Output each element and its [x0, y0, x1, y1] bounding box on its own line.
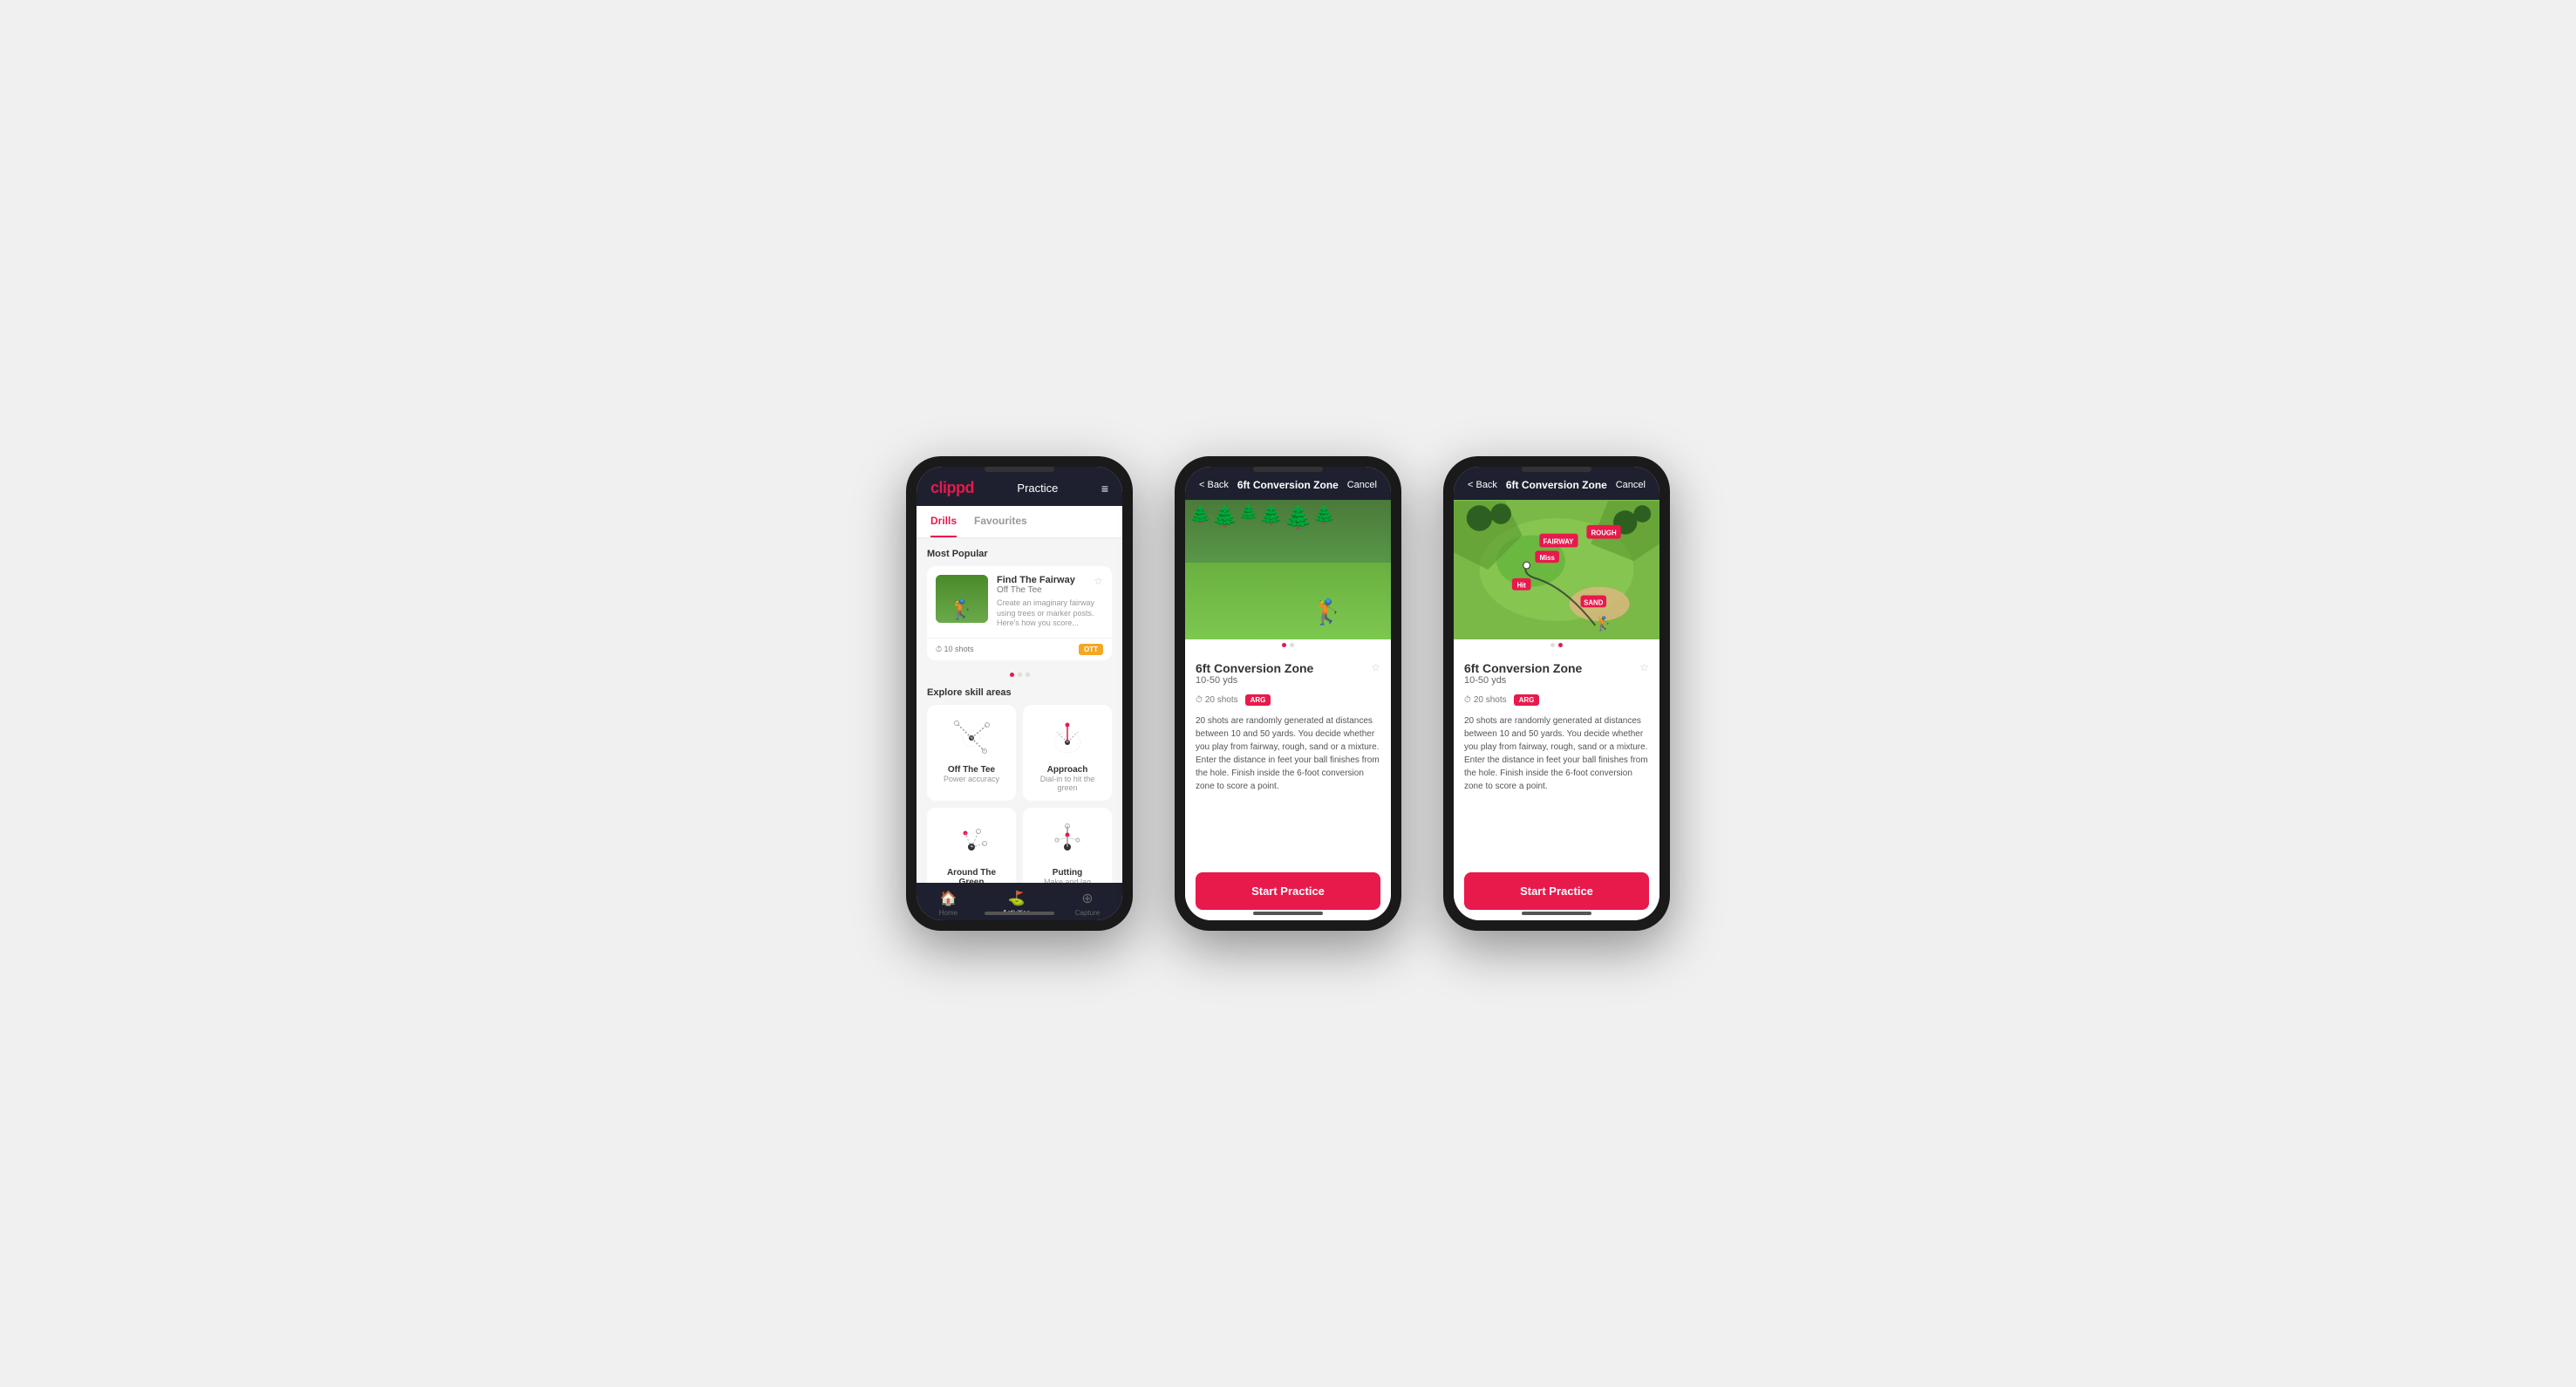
skill-grid: Off The Tee Power accuracy: [927, 705, 1112, 883]
start-practice-button-p3[interactable]: Start Practice: [1464, 872, 1649, 910]
off-tee-icon-area: [945, 714, 998, 762]
drill-description: 20 shots are randomly generated at dista…: [1196, 714, 1380, 793]
shots-label: ⏱ 10 shots: [936, 645, 974, 654]
drill-range: 10-50 yds: [1196, 675, 1313, 686]
start-practice-button[interactable]: Start Practice: [1196, 872, 1380, 910]
svg-text:Miss: Miss: [1539, 554, 1555, 562]
featured-footer: ⏱ 10 shots OTT: [927, 638, 1112, 660]
drill-photo: 🌲 🌲 🌲 🌲 🌲 🌲 🏌️: [1185, 500, 1391, 639]
header-title: Practice: [1017, 482, 1058, 495]
drill-description-p3: 20 shots are randomly generated at dista…: [1464, 714, 1649, 793]
dot-3[interactable]: [1026, 673, 1030, 677]
carousel-dots: [927, 669, 1112, 680]
clock-icon-p3: ⏱: [1464, 695, 1471, 705]
tab-drills[interactable]: Drills: [930, 506, 957, 537]
skill-name-ott: Off The Tee: [948, 765, 995, 775]
scene: clippd Practice ≡ Drills Favourites Most…: [871, 421, 1705, 966]
practice-content: Most Popular 🏌️ Find The Fairway: [917, 538, 1122, 883]
explore-label: Explore skill areas: [927, 687, 1112, 698]
phone-3: < Back 6ft Conversion Zone Cancel: [1443, 456, 1670, 931]
featured-drill-subtitle: Off The Tee: [997, 585, 1075, 595]
skill-sub-ott: Power accuracy: [944, 775, 999, 783]
featured-drill-card[interactable]: 🏌️ Find The Fairway Off The Tee ☆: [927, 566, 1112, 660]
clock-icon: ⏱: [1196, 695, 1203, 705]
phone3-detail-content: FAIRWAY ROUGH Miss Hit SAND: [1454, 500, 1659, 920]
most-popular-label: Most Popular: [927, 549, 1112, 559]
featured-thumb: 🏌️: [936, 575, 988, 623]
svg-text:ROUGH: ROUGH: [1591, 530, 1617, 537]
phone3-header-title: 6ft Conversion Zone: [1506, 479, 1607, 491]
drill-shots: ⏱ 20 shots: [1196, 695, 1238, 705]
drill-info-p3: 6ft Conversion Zone 10-50 yds ☆ ⏱ 20 sho…: [1454, 651, 1659, 872]
drill-range-p3: 10-50 yds: [1464, 675, 1582, 686]
favourite-star-icon[interactable]: ☆: [1094, 575, 1103, 598]
nav-home[interactable]: 🏠 Home: [939, 890, 957, 917]
image-dots-p3: [1454, 639, 1659, 651]
featured-info: Find The Fairway Off The Tee ☆ Create an…: [997, 575, 1103, 629]
img-dot-1-p3[interactable]: [1550, 643, 1555, 647]
featured-drill-desc: Create an imaginary fairway using trees …: [997, 598, 1103, 629]
tabs-bar: Drills Favourites: [917, 506, 1122, 538]
svg-text:Hit: Hit: [1516, 582, 1526, 590]
svg-text:🏌️: 🏌️: [1595, 615, 1612, 632]
drill-shots-p3: ⏱ 20 shots: [1464, 695, 1507, 705]
dot-2[interactable]: [1018, 673, 1022, 677]
ott-badge: OTT: [1079, 644, 1103, 655]
image-dots: [1185, 639, 1391, 651]
cancel-button-p3[interactable]: Cancel: [1616, 480, 1646, 490]
skill-card-around-green[interactable]: Around The Green Hone your short game: [927, 808, 1016, 883]
menu-icon[interactable]: ≡: [1101, 482, 1108, 495]
drill-info: 6ft Conversion Zone 10-50 yds ☆ ⏱ 20 sho…: [1185, 651, 1391, 872]
approach-icon-area: [1041, 714, 1094, 762]
phone2-header-title: 6ft Conversion Zone: [1237, 479, 1339, 491]
svg-text:FAIRWAY: FAIRWAY: [1543, 538, 1574, 546]
app-logo: clippd: [930, 479, 974, 497]
phone1-header: clippd Practice ≡: [917, 467, 1122, 506]
img-dot-1[interactable]: [1282, 643, 1286, 647]
back-button-p3[interactable]: < Back: [1468, 480, 1497, 490]
skill-name-approach: Approach: [1047, 765, 1088, 775]
dot-1[interactable]: [1010, 673, 1014, 677]
phone-2: < Back 6ft Conversion Zone Cancel 🌲 🌲 🌲 …: [1175, 456, 1401, 931]
img-dot-2-p3[interactable]: [1558, 643, 1563, 647]
skill-card-off-the-tee[interactable]: Off The Tee Power accuracy: [927, 705, 1016, 801]
nav-capture[interactable]: ⊕ Capture: [1075, 890, 1100, 917]
arg-badge: ARG: [1245, 694, 1271, 706]
tab-favourites[interactable]: Favourites: [974, 506, 1027, 537]
phone2-detail-content: 🌲 🌲 🌲 🌲 🌲 🌲 🏌️: [1185, 500, 1391, 920]
cancel-button[interactable]: Cancel: [1347, 480, 1377, 490]
nav-capture-label: Capture: [1075, 909, 1100, 917]
skill-card-approach[interactable]: Approach Dial-in to hit the green: [1023, 705, 1112, 801]
svg-text:SAND: SAND: [1584, 598, 1604, 606]
phone-1: clippd Practice ≡ Drills Favourites Most…: [906, 456, 1133, 931]
drill-map: FAIRWAY ROUGH Miss Hit SAND: [1454, 500, 1659, 639]
golfer-image: 🏌️: [1312, 598, 1343, 626]
around-green-icon-area: [945, 816, 998, 864]
drill-favourite-icon[interactable]: ☆: [1371, 661, 1380, 673]
putting-icon-area: [1041, 816, 1094, 864]
skill-name-putting: Putting: [1053, 868, 1082, 878]
skill-card-putting[interactable]: Putting Make and lag practice: [1023, 808, 1112, 883]
skill-sub-approach: Dial-in to hit the green: [1032, 775, 1103, 792]
drill-name-p3: 6ft Conversion Zone: [1464, 661, 1582, 675]
activities-icon: ⛳: [1007, 890, 1025, 907]
back-button[interactable]: < Back: [1199, 480, 1229, 490]
drill-favourite-icon-p3[interactable]: ☆: [1639, 661, 1649, 673]
nav-home-label: Home: [939, 909, 957, 917]
arg-badge-p3: ARG: [1514, 694, 1540, 706]
featured-drill-title: Find The Fairway: [997, 575, 1075, 585]
capture-icon: ⊕: [1081, 890, 1093, 907]
home-icon: 🏠: [939, 890, 957, 907]
img-dot-2[interactable]: [1290, 643, 1294, 647]
drill-name: 6ft Conversion Zone: [1196, 661, 1313, 675]
skill-name-atg: Around The Green: [936, 868, 1007, 883]
